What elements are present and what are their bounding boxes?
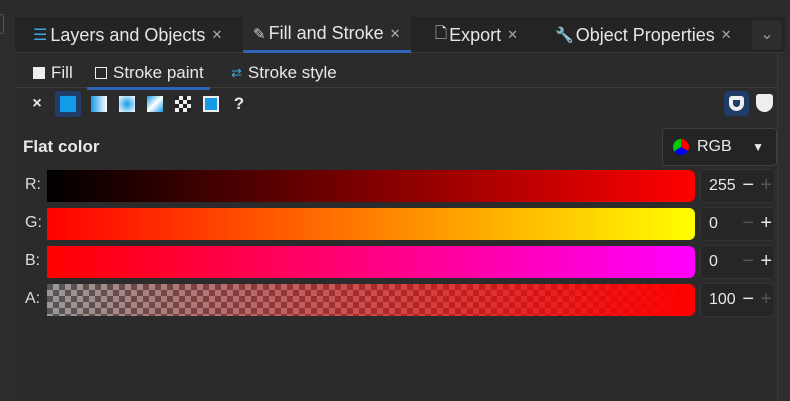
tab-fill-and-stroke[interactable]: ✎ Fill and Stroke ✕ (243, 17, 411, 53)
caret-down-icon: ▼ (752, 140, 764, 154)
evenodd-icon (729, 96, 744, 111)
close-icon[interactable]: ✕ (507, 27, 518, 43)
decrement-icon[interactable]: − (742, 250, 754, 273)
green-spinbutton[interactable]: 0− + (700, 207, 775, 241)
close-icon[interactable]: ✕ (390, 26, 401, 42)
fill-rule-nonzero-icon[interactable] (756, 94, 773, 112)
tab-object-properties[interactable]: 🔧 Object Properties ✕ (555, 17, 732, 53)
fill-icon (33, 67, 45, 79)
fill-stroke-icon: ✎ (253, 25, 266, 43)
flat-color-button[interactable] (55, 91, 81, 117)
rgb-circles-icon (673, 139, 689, 155)
tab-export[interactable]: 🗋 Export ✕ (435, 17, 518, 53)
panel-edge (0, 14, 4, 34)
subtab-fill[interactable]: Fill (33, 61, 73, 85)
wrench-icon: 🔧 (555, 27, 574, 44)
red-slider[interactable] (47, 170, 695, 202)
blue-spinbutton[interactable]: 0− + (700, 245, 775, 279)
stroke-style-icon: ⇄ (231, 65, 242, 80)
no-paint-button[interactable]: × (27, 94, 47, 114)
channel-row-r: R: 255− + (25, 169, 775, 203)
increment-icon[interactable]: + (760, 250, 772, 273)
red-spinbutton[interactable]: 255− + (700, 169, 775, 203)
color-mode-dropdown[interactable]: RGB ▼ (662, 128, 777, 166)
close-icon[interactable]: ✕ (721, 27, 732, 43)
fill-rule-evenodd-button[interactable] (724, 91, 749, 116)
decrement-icon[interactable]: − (742, 288, 754, 311)
green-slider[interactable] (47, 208, 695, 240)
increment-icon[interactable]: + (760, 288, 772, 311)
tabs-menu-chevron-down-icon[interactable]: ⌄ (752, 20, 782, 50)
flat-color-heading: Flat color (23, 137, 100, 156)
decrement-icon[interactable]: − (742, 174, 754, 197)
top-strip (0, 0, 790, 17)
increment-icon[interactable]: + (760, 212, 772, 235)
subtab-stroke-style[interactable]: ⇄ Stroke style (231, 61, 337, 85)
linear-gradient-icon (91, 96, 107, 112)
radial-gradient-button[interactable] (117, 94, 137, 114)
subtab-stroke-paint[interactable]: Stroke paint (87, 61, 210, 90)
mesh-gradient-button[interactable] (145, 94, 165, 114)
dock-tab-bar: ☰ Layers and Objects ✕ ✎ Fill and Stroke ✕… (15, 17, 785, 53)
close-icon[interactable]: ✕ (211, 27, 222, 43)
decrement-icon[interactable]: − (742, 212, 754, 235)
pattern-button[interactable] (173, 94, 193, 114)
subtab-bar: Fill Stroke paint ⇄ Stroke style (15, 58, 778, 90)
paint-type-row: × ? (27, 90, 249, 118)
swatch-icon (203, 96, 219, 112)
fill-stroke-panel: Fill Stroke paint ⇄ Stroke style × ? Flat… (15, 53, 778, 401)
channel-row-b: B: 0− + (25, 245, 775, 279)
blue-slider[interactable] (47, 246, 695, 278)
channel-row-g: G: 0− + (25, 207, 775, 241)
tab-layers-and-objects[interactable]: ☰ Layers and Objects ✕ (33, 17, 222, 53)
increment-icon[interactable]: + (760, 174, 772, 197)
export-icon: 🗋 (435, 24, 448, 42)
pattern-icon (175, 96, 191, 112)
alpha-slider[interactable] (47, 284, 695, 316)
radial-gradient-icon (119, 96, 135, 112)
swatch-button[interactable] (201, 94, 221, 114)
layers-icon: ☰ (33, 27, 48, 44)
linear-gradient-button[interactable] (89, 94, 109, 114)
channel-row-a: A: 100− + (25, 283, 775, 317)
unset-paint-button[interactable]: ? (229, 94, 249, 114)
stroke-icon (95, 67, 107, 79)
flat-color-icon (60, 96, 76, 112)
alpha-spinbutton[interactable]: 100− + (700, 283, 775, 317)
mesh-gradient-icon (147, 96, 163, 112)
